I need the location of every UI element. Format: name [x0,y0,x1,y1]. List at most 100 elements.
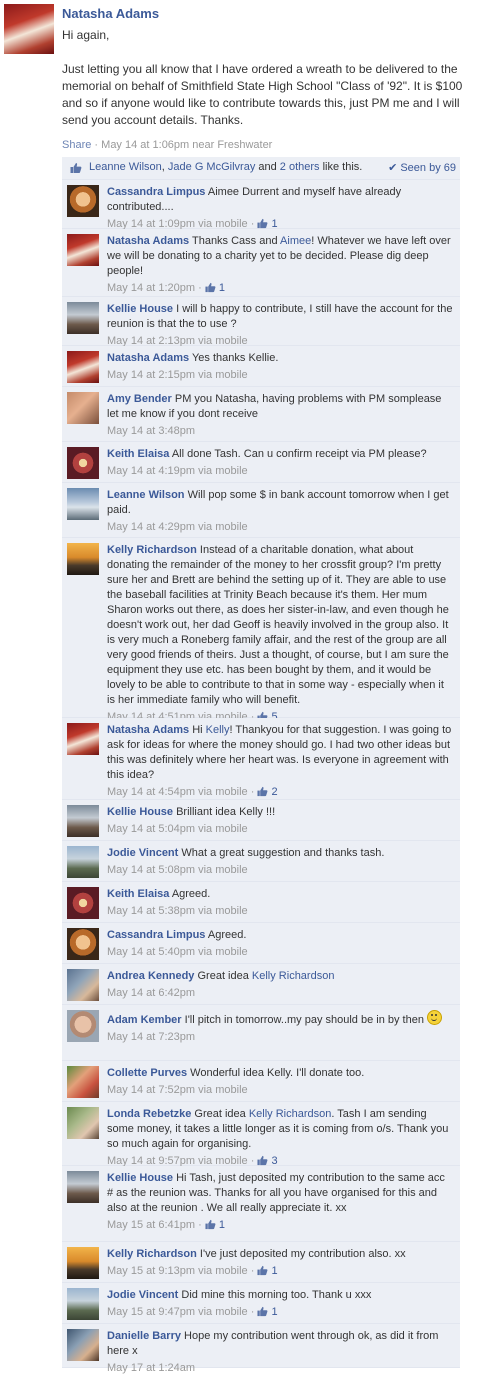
liker-link[interactable]: Jade G McGilvray [168,161,255,173]
comment-avatar[interactable] [67,392,99,424]
comment-avatar[interactable] [67,447,99,479]
comment-timestamp[interactable]: May 15 at 6:41pm [107,1219,195,1231]
comment-author-link[interactable]: Jodie Vincent [107,1289,178,1301]
comment-body: Natasha Adams Thanks Cass and Aimee! Wha… [107,234,453,296]
comment-timestamp[interactable]: May 17 at 1:24am [107,1362,195,1374]
comment-avatar[interactable] [67,928,99,960]
thumbs-up-icon [257,1306,268,1317]
comment-author-link[interactable]: Kellie House [107,806,173,818]
comment-avatar[interactable] [67,846,99,878]
comment-author-link[interactable]: Danielle Barry [107,1330,181,1342]
comment-author-link[interactable]: Kellie House [107,303,173,315]
comment-text: Great idea [194,1108,249,1120]
meta-separator: · [195,282,205,294]
comment-body: Kelly Richardson I've just deposited my … [107,1247,453,1279]
comment-author-link[interactable]: Kelly Richardson [107,1248,197,1260]
comment-avatar[interactable] [67,723,99,755]
post-author-avatar[interactable] [4,4,54,54]
comment-author-link[interactable]: Adam Kember [107,1014,182,1026]
comment-timestamp[interactable]: May 15 at 9:13pm via mobile [107,1265,248,1277]
post-body-text: Just letting you all know that I have or… [62,62,463,127]
comment-author-link[interactable]: Cassandra Limpus [107,929,205,941]
comment-item: Keith Elaisa All done Tash. Can u confir… [62,442,460,483]
comment-mention-link[interactable]: Kelly Richardson [252,970,335,982]
comment-item: Kellie House Hi Tash, just deposited my … [62,1166,460,1242]
comment-mention-link[interactable]: Kelly [206,724,230,736]
comment-timestamp[interactable]: May 14 at 2:15pm via mobile [107,369,248,381]
comment-avatar[interactable] [67,1288,99,1320]
comment-like-count[interactable]: 1 [257,1306,278,1318]
comment-timestamp[interactable]: May 14 at 5:08pm via mobile [107,864,248,876]
comment-timestamp[interactable]: May 14 at 5:38pm via mobile [107,905,248,917]
post-author-name[interactable]: Natasha Adams [62,6,159,21]
comment-author-link[interactable]: Keith Elaisa [107,448,169,460]
comment-mention-link[interactable]: Aimee [280,235,311,247]
comment-avatar[interactable] [67,185,99,217]
comment-avatar[interactable] [67,488,99,520]
comment-author-link[interactable]: Andrea Kennedy [107,970,194,982]
share-link[interactable]: Share [62,139,91,151]
comment-meta: May 14 at 4:54pm via mobile · 2 [107,785,453,800]
comment-author-link[interactable]: Leanne Wilson [107,489,185,501]
comment-author-link[interactable]: Keith Elaisa [107,888,169,900]
comment-author-link[interactable]: Natasha Adams [107,352,189,364]
comment-body: Kellie House Brilliant idea Kelly !!! May… [107,805,453,837]
comment-avatar[interactable] [67,543,99,575]
comment-author-link[interactable]: Natasha Adams [107,235,189,247]
comment-meta: May 15 at 9:13pm via mobile · 1 [107,1264,453,1279]
comment-like-count[interactable]: 1 [205,282,225,294]
seen-by-label: Seen by 69 [400,162,456,174]
comment-timestamp[interactable]: May 14 at 4:29pm via mobile [107,521,248,533]
comment-text: Agreed. [207,929,247,941]
comment-meta: May 15 at 6:41pm · 1 [107,1218,453,1233]
comment-timestamp[interactable]: May 14 at 3:48pm [107,425,195,437]
comment-text: Great idea [197,970,252,982]
comment-avatar[interactable] [67,1171,99,1203]
comment-author-link[interactable]: Kelly Richardson [107,544,197,556]
comment-author-link[interactable]: Jodie Vincent [107,847,178,859]
comment-avatar[interactable] [67,1010,99,1042]
comment-avatar[interactable] [67,234,99,266]
comment-avatar[interactable] [67,302,99,334]
comment-like-count[interactable]: 1 [205,1219,225,1231]
comment-timestamp[interactable]: May 15 at 9:47pm via mobile [107,1306,248,1318]
comment-timestamp[interactable]: May 14 at 7:52pm via mobile [107,1084,248,1096]
comment-author-link[interactable]: Kellie House [107,1172,173,1184]
comment-timestamp[interactable]: May 14 at 6:42pm [107,987,195,999]
comment-author-link[interactable]: Cassandra Limpus [107,186,205,198]
post-timestamp[interactable]: May 14 at 1:06pm near Freshwater [101,139,272,151]
comment-author-link[interactable]: Amy Bender [107,393,172,405]
comment-body: Cassandra Limpus Agreed. May 14 at 5:40pm… [107,928,453,960]
comment-avatar[interactable] [67,805,99,837]
comment-avatar[interactable] [67,969,99,1001]
comment-like-count[interactable]: 1 [257,1265,278,1277]
comment-avatar[interactable] [67,1247,99,1279]
comment-avatar[interactable] [67,351,99,383]
comment-author-link[interactable]: Collette Purves [107,1067,187,1079]
comment-body: Jodie Vincent Did mine this morning too.… [107,1288,453,1320]
post-meta: Share · May 14 at 1:06pm near Freshwater [62,139,272,151]
comment-author-link[interactable]: Londa Rebetzke [107,1108,191,1120]
post-message: Hi again, Just letting you all know that… [62,27,482,146]
comment-avatar[interactable] [67,1329,99,1361]
comment-avatar[interactable] [67,1107,99,1139]
comment-like-count[interactable]: 2 [257,786,278,798]
comment-timestamp[interactable]: May 14 at 4:54pm via mobile [107,786,248,798]
comment-item: Collette Purves Wonderful idea Kelly. I'… [62,1061,460,1102]
comment-avatar[interactable] [67,1066,99,1098]
comment-timestamp[interactable]: May 14 at 5:40pm via mobile [107,946,248,958]
comment-item: Kellie House I will b happy to contribut… [62,297,460,347]
comment-avatar[interactable] [67,887,99,919]
seen-by[interactable]: ✔ Seen by 69 [388,161,456,174]
comment-author-link[interactable]: Natasha Adams [107,724,189,736]
thumbs-up-icon [257,218,268,229]
comment-item: Cassandra Limpus Agreed. May 14 at 5:40pm… [62,923,460,964]
comment-mention-link[interactable]: Kelly Richardson [249,1108,332,1120]
comment-timestamp[interactable]: May 14 at 5:04pm via mobile [107,823,248,835]
comment-meta: May 14 at 7:52pm via mobile [107,1083,453,1098]
comment-timestamp[interactable]: May 14 at 7:23pm [107,1031,195,1043]
liker-link[interactable]: Leanne Wilson [89,161,162,173]
comment-timestamp[interactable]: May 14 at 4:19pm via mobile [107,465,248,477]
others-link[interactable]: 2 others [280,161,320,173]
comment-timestamp[interactable]: May 14 at 1:20pm [107,282,195,294]
